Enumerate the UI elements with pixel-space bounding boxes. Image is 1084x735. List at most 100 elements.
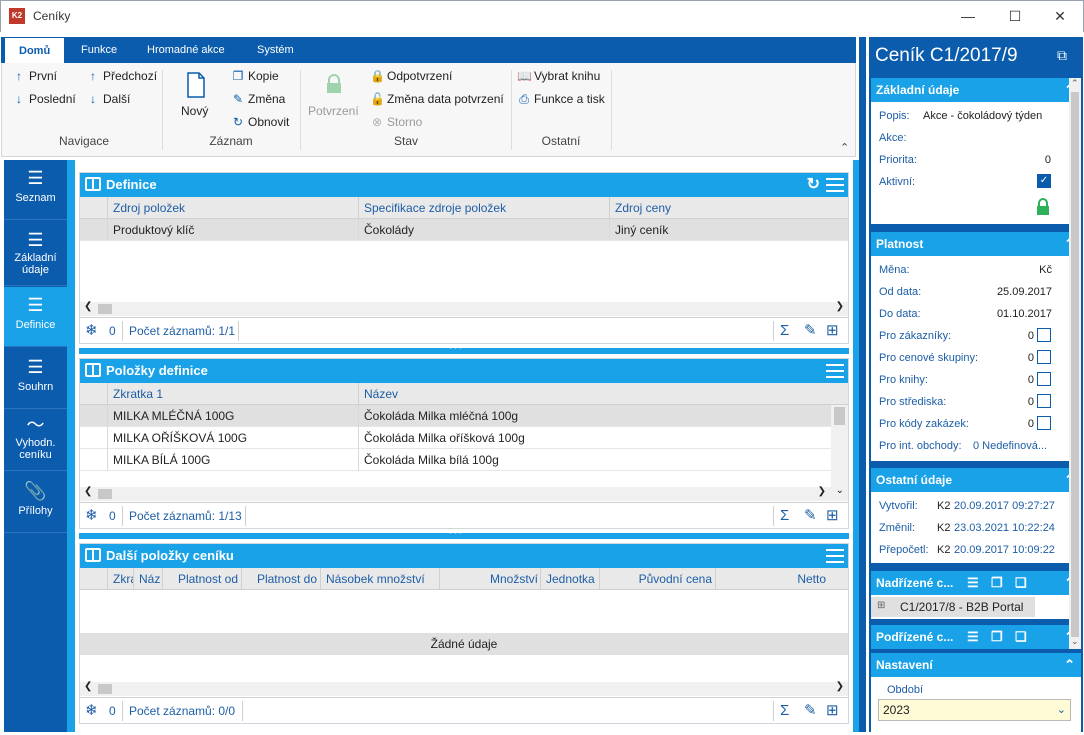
tree-row[interactable]: ⊞ C1/2017/8 - B2B Portal	[871, 597, 1035, 617]
duplicate-icon[interactable]: ❏	[1015, 625, 1027, 649]
pro-zakazniky-checkbox[interactable]	[1037, 328, 1051, 342]
scroll-thumb[interactable]	[1071, 92, 1079, 637]
pro-knihy-checkbox[interactable]	[1037, 372, 1051, 386]
change-button[interactable]: ✎ Změna	[231, 92, 285, 106]
filter-icon[interactable]: ❄	[85, 503, 98, 529]
column-header[interactable]: Specifikace zdroje položek	[358, 197, 610, 219]
scroll-right-icon[interactable]: ❯	[818, 486, 826, 497]
scroll-up-icon[interactable]: ⌃	[1071, 78, 1079, 89]
scroll-thumb[interactable]	[834, 407, 845, 425]
column-header[interactable]: Násobek množství	[320, 568, 440, 590]
column-header[interactable]: Zkra	[107, 568, 134, 590]
scroll-thumb[interactable]	[98, 304, 112, 314]
previous-button[interactable]: ↑ Předchozí	[86, 69, 157, 83]
storno-button[interactable]: ⊗ Storno	[370, 115, 422, 129]
add-record-icon[interactable]: ⊞	[826, 318, 839, 344]
change-date-button[interactable]: 🔓 Změna data potvrzení	[370, 92, 504, 106]
column-header[interactable]: Zkratka 1	[107, 383, 359, 405]
menu-icon[interactable]	[826, 364, 844, 378]
nav-prilohy[interactable]: 📎 Přílohy	[4, 473, 67, 533]
horizontal-scrollbar[interactable]: ❮ ❯ ⌄	[80, 485, 848, 501]
tab-hromadne-akce[interactable]: Hromadné akce	[133, 37, 239, 63]
horizontal-scrollbar[interactable]: ❮ ❯	[80, 301, 848, 316]
section-header-nastaveni[interactable]: Nastavení ⌃	[871, 653, 1081, 677]
dropdown-icon[interactable]: ⌄	[1057, 700, 1066, 720]
first-button[interactable]: ↑ První	[12, 69, 57, 83]
filter-icon[interactable]: ❄	[85, 318, 98, 344]
pro-kody-zakazek-checkbox[interactable]	[1037, 416, 1051, 430]
vertical-splitter[interactable]	[859, 37, 866, 732]
add-record-icon[interactable]: ⊞	[826, 698, 839, 724]
pro-cenove-skupiny-checkbox[interactable]	[1037, 350, 1051, 364]
nav-definice[interactable]: ☰ Definice	[4, 287, 67, 347]
column-header[interactable]: Jednotka	[540, 568, 600, 590]
panel-splitter[interactable]	[79, 343, 849, 354]
collapse-ribbon-icon[interactable]: ⌃	[840, 141, 849, 154]
nav-zakladni-udaje[interactable]: ☰ Základní údaje	[4, 226, 67, 286]
nav-seznam[interactable]: ☰ Seznam	[4, 160, 67, 220]
table-row[interactable]: MILKA MLÉČNÁ 100G Čokoláda Milka mléčná …	[80, 405, 831, 427]
horizontal-scrollbar[interactable]: ❮ ❯	[80, 681, 848, 696]
scroll-left-icon[interactable]: ❮	[84, 301, 92, 312]
minimize-button[interactable]: —	[945, 0, 991, 32]
next-button[interactable]: ↓ Další	[86, 92, 130, 106]
column-header[interactable]: Název	[358, 383, 830, 405]
scroll-right-icon[interactable]: ❯	[836, 681, 844, 692]
scroll-thumb[interactable]	[98, 684, 112, 694]
last-button[interactable]: ↓ Poslední	[12, 92, 76, 106]
refresh-button[interactable]: ↻ Obnovit	[231, 115, 289, 129]
menu-icon[interactable]: ☰	[967, 571, 979, 595]
scroll-right-icon[interactable]: ❯	[836, 301, 844, 312]
scroll-left-icon[interactable]: ❮	[84, 681, 92, 692]
column-header[interactable]: Netto	[715, 568, 830, 590]
tab-system[interactable]: Systém	[243, 37, 308, 63]
sum-icon[interactable]: Σ	[780, 318, 789, 344]
column-header[interactable]: Množství	[439, 568, 541, 590]
sum-icon[interactable]: Σ	[780, 503, 789, 529]
scroll-thumb[interactable]	[98, 489, 112, 499]
section-header-ostatni[interactable]: Ostatní údaje⌃	[871, 468, 1081, 492]
edit-icon[interactable]: ✎	[804, 503, 817, 529]
detail-scrollbar[interactable]: ⌃ ⌄	[1069, 78, 1081, 649]
copy-icon[interactable]: ❐	[991, 571, 1003, 595]
table-row[interactable]: MILKA OŘÍŠKOVÁ 100G Čokoláda Milka oříšk…	[80, 427, 831, 449]
pro-strediska-checkbox[interactable]	[1037, 394, 1051, 408]
scroll-left-icon[interactable]: ❮	[84, 486, 92, 497]
edit-icon[interactable]: ✎	[804, 318, 817, 344]
column-header[interactable]: Zdroj ceny	[609, 197, 848, 219]
menu-icon[interactable]	[826, 549, 844, 563]
maximize-button[interactable]: ☐	[992, 0, 1038, 32]
scroll-down-icon[interactable]: ⌄	[836, 485, 844, 496]
copy-icon[interactable]: ❐	[991, 625, 1003, 649]
table-row[interactable]: Produktový klíč Čokolády Jiný ceník	[80, 219, 848, 241]
panel-splitter[interactable]	[79, 528, 849, 539]
table-row[interactable]: MILKA BÍLÁ 100G Čokoláda Milka bílá 100g	[80, 449, 831, 471]
expand-icon[interactable]: ⊞	[877, 600, 885, 611]
nav-souhrn[interactable]: ☰ Souhrn	[4, 349, 67, 409]
obdobi-select[interactable]: 2023 ⌄	[878, 699, 1071, 721]
section-header-podrizene[interactable]: Podřízené c... ☰ ❐ ❏ ⌃	[871, 625, 1081, 649]
column-header[interactable]: Náz	[133, 568, 163, 590]
column-header[interactable]: Zdroj položek	[107, 197, 359, 219]
pro-int-obchody-value[interactable]: 0 Nedefinová...	[973, 440, 1047, 452]
section-header-platnost[interactable]: Platnost⌃	[871, 232, 1081, 256]
edit-icon[interactable]: ✎	[804, 698, 817, 724]
sum-icon[interactable]: Σ	[780, 698, 789, 724]
copy-button[interactable]: ❐ Kopie	[231, 69, 279, 83]
section-header-zakladni[interactable]: Základní údaje⌃	[871, 78, 1081, 102]
close-button[interactable]: ✕	[1037, 0, 1083, 32]
duplicate-icon[interactable]: ❏	[1015, 571, 1027, 595]
new-button[interactable]: Nový	[180, 72, 212, 118]
open-external-icon[interactable]: ⧉	[1057, 47, 1067, 64]
choose-book-button[interactable]: 📖 Vybrat knihu	[517, 69, 600, 83]
functions-print-button[interactable]: ⎙ Funkce a tisk	[517, 92, 605, 107]
vertical-scrollbar[interactable]	[831, 405, 848, 488]
aktivni-checkbox[interactable]: ✓	[1037, 174, 1051, 188]
column-header[interactable]: Platnost do	[241, 568, 321, 590]
tab-funkce[interactable]: Funkce	[67, 37, 131, 63]
menu-icon[interactable]: ☰	[967, 625, 979, 649]
menu-icon[interactable]	[826, 178, 844, 192]
nav-vyhodnoceni-ceniku[interactable]: 〜 Vyhodn. ceníku	[4, 411, 67, 471]
column-header[interactable]: Platnost od	[162, 568, 242, 590]
filter-icon[interactable]: ❄	[85, 698, 98, 724]
